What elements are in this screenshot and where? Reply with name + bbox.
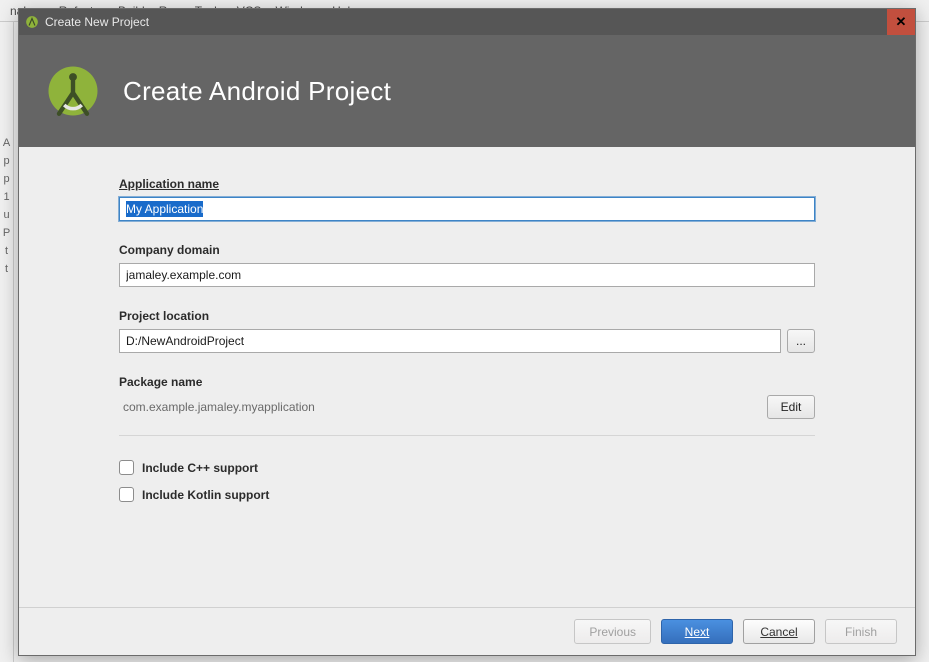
- company-domain-input[interactable]: [119, 263, 815, 287]
- create-project-dialog: Create New Project ✕ Create Android Proj…: [18, 8, 916, 656]
- browse-location-button[interactable]: ...: [787, 329, 815, 353]
- previous-button: Previous: [574, 619, 651, 644]
- project-location-label: Project location: [119, 309, 815, 323]
- package-name-value: com.example.jamaley.myapplication: [119, 400, 315, 414]
- include-kotlin-label[interactable]: Include Kotlin support: [142, 488, 269, 502]
- company-domain-label: Company domain: [119, 243, 815, 257]
- dialog-titlebar[interactable]: Create New Project ✕: [19, 9, 915, 35]
- dialog-header: Create Android Project: [19, 35, 915, 147]
- next-button[interactable]: Next: [661, 619, 733, 644]
- application-name-input[interactable]: My Application: [119, 197, 815, 221]
- application-name-value: My Application: [126, 201, 203, 217]
- include-cpp-label[interactable]: Include C++ support: [142, 461, 258, 475]
- package-name-label: Package name: [119, 375, 815, 389]
- dialog-heading: Create Android Project: [123, 76, 391, 107]
- close-button[interactable]: ✕: [887, 9, 915, 35]
- edit-package-button[interactable]: Edit: [767, 395, 815, 419]
- project-location-input[interactable]: [119, 329, 781, 353]
- close-icon: ✕: [896, 14, 907, 30]
- finish-button: Finish: [825, 619, 897, 644]
- dialog-footer: Previous Next Cancel Finish: [19, 607, 915, 655]
- ide-left-gutter: A p p 1 u P t t: [0, 22, 14, 662]
- include-cpp-checkbox[interactable]: [119, 460, 134, 475]
- cancel-button[interactable]: Cancel: [743, 619, 815, 644]
- include-kotlin-checkbox[interactable]: [119, 487, 134, 502]
- dialog-title: Create New Project: [45, 15, 887, 29]
- application-name-label: Application name: [119, 177, 815, 191]
- dialog-content: Application name My Application Company …: [19, 147, 915, 607]
- android-studio-logo-icon: [45, 63, 101, 119]
- android-studio-icon: [25, 15, 39, 29]
